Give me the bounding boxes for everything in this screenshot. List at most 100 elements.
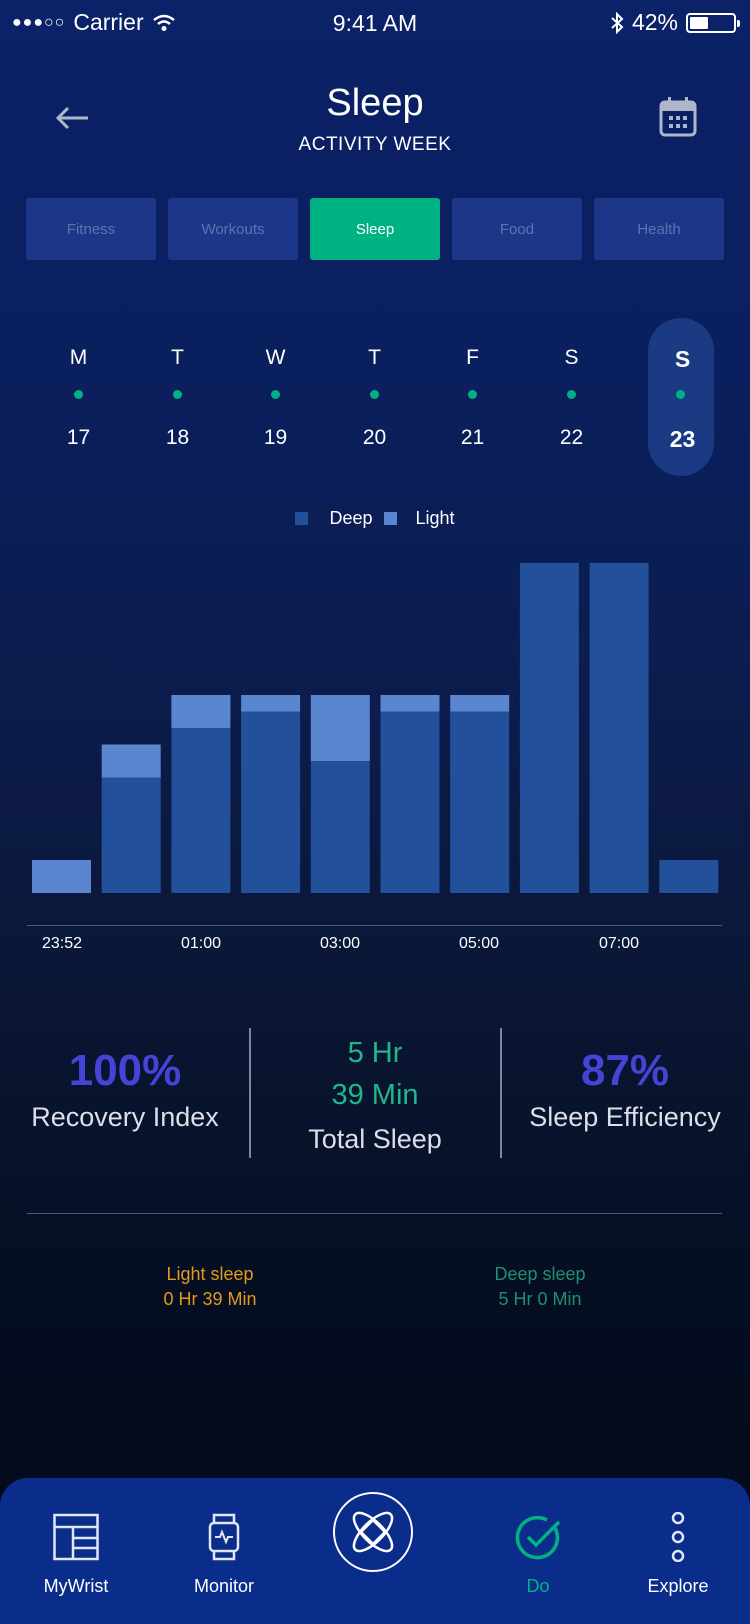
day-letter: T xyxy=(368,346,381,369)
recovery-index-value: 100% xyxy=(68,1046,182,1095)
x-tick-label: 23:52 xyxy=(41,935,83,952)
day-indicator-dot xyxy=(173,390,182,399)
nav-label-explore: Explore xyxy=(647,1576,709,1596)
legend-swatch-light xyxy=(384,512,398,525)
sleep-stats: 100% Recovery Index 5 Hr 39 Min Total Sl… xyxy=(0,1020,750,1160)
x-tick-label: 03:00 xyxy=(319,935,361,952)
day-item-fri[interactable]: F 21 xyxy=(423,318,522,476)
day-letter: S xyxy=(564,346,579,369)
chart-bar-light-4 xyxy=(241,695,301,712)
day-indicator-dot xyxy=(271,390,280,399)
day-indicator-dot xyxy=(468,390,477,399)
day-item-mon[interactable]: M 17 xyxy=(29,318,128,476)
tab-food[interactable]: Food xyxy=(452,198,582,260)
legend-item-deep: Deep xyxy=(295,508,372,529)
stats-divider xyxy=(249,1028,251,1158)
page-title: Sleep xyxy=(326,82,424,124)
day-item-sun[interactable]: S 23 xyxy=(638,318,737,476)
nav-item-do[interactable]: Do xyxy=(478,1478,598,1624)
battery-percent: 42% xyxy=(631,9,678,35)
total-sleep-hours: 5 Hr xyxy=(347,1037,403,1069)
nav-item-explore[interactable]: Explore xyxy=(618,1478,738,1624)
status-right: 42% xyxy=(610,9,740,36)
light-sleep-label: Light sleep xyxy=(166,1264,254,1284)
week-day-selector: M 17 T 18 W 19 T 20 F 21 S 22 S 23 xyxy=(29,318,719,476)
legend-label-light: Light xyxy=(415,508,455,528)
deep-sleep-value: 5 Hr 0 Min xyxy=(498,1289,582,1309)
x-tick-label: 07:00 xyxy=(598,935,640,952)
day-date: 17 xyxy=(66,426,91,449)
dashboard-icon xyxy=(53,1513,99,1561)
sleep-efficiency-label: Sleep Efficiency xyxy=(529,1102,721,1132)
day-item-tue[interactable]: T 18 xyxy=(128,318,227,476)
chart-x-axis xyxy=(27,925,722,926)
bluetooth-icon xyxy=(611,11,624,34)
more-vertical-icon xyxy=(671,1512,685,1562)
chart-bar-light-5 xyxy=(310,695,370,761)
legend-item-light: Light xyxy=(384,508,455,529)
battery-icon xyxy=(686,12,740,33)
day-item-wed[interactable]: W 19 xyxy=(226,318,325,476)
day-date: 20 xyxy=(362,426,387,449)
chart-bar-light-2 xyxy=(101,744,161,778)
stats-divider xyxy=(500,1028,502,1158)
section-divider xyxy=(27,1213,722,1214)
day-date: 22 xyxy=(559,426,584,449)
total-sleep-minutes: 39 Min xyxy=(331,1079,419,1111)
day-item-thu[interactable]: T 20 xyxy=(325,318,424,476)
total-sleep-stat: 5 Hr 39 Min Total Sleep xyxy=(255,1020,495,1160)
nav-item-monitor[interactable]: Monitor xyxy=(164,1478,284,1624)
chart-bar-deep-9 xyxy=(589,563,649,893)
tab-fitness[interactable]: Fitness xyxy=(26,198,156,260)
chart-bar-deep-3 xyxy=(171,728,231,893)
status-bar: ●●●○○ Carrier 9:41 AM 42% xyxy=(0,0,750,44)
sleep-stages-chart xyxy=(32,563,719,893)
deep-sleep-summary: Deep sleep 5 Hr 0 Min xyxy=(440,1262,640,1312)
sleep-efficiency-value: 87% xyxy=(580,1046,670,1095)
tab-sleep[interactable]: Sleep xyxy=(310,198,440,260)
chart-bar-deep-2 xyxy=(101,777,161,893)
battery-level xyxy=(690,16,708,29)
day-indicator-dot xyxy=(676,390,685,399)
chart-bar-light-7 xyxy=(450,695,510,712)
chart-bar-light-6 xyxy=(380,695,440,712)
day-date: 19 xyxy=(263,426,288,449)
chart-bar-deep-8 xyxy=(519,563,579,893)
nav-label-monitor: Monitor xyxy=(193,1576,255,1596)
center-action-button[interactable] xyxy=(333,1492,413,1572)
tab-health[interactable]: Health xyxy=(594,198,724,260)
category-tabs: Fitness Workouts Sleep Food Health xyxy=(26,198,724,260)
chart-legend: Deep Light xyxy=(0,508,750,529)
day-letter: W xyxy=(265,346,286,369)
chart-bar-deep-4 xyxy=(241,711,301,893)
calendar-button[interactable] xyxy=(658,96,698,138)
nav-label-mywrist: MyWrist xyxy=(43,1576,109,1596)
page-subtitle: ACTIVITY WEEK xyxy=(298,134,452,155)
chart-bar-deep-10 xyxy=(659,860,719,893)
sleep-efficiency-stat: 87% Sleep Efficiency xyxy=(520,1020,730,1160)
tab-workouts[interactable]: Workouts xyxy=(168,198,298,260)
chart-bar-light-1 xyxy=(32,860,91,893)
deep-sleep-label: Deep sleep xyxy=(494,1264,586,1284)
chart-bar-light-3 xyxy=(171,695,231,728)
recovery-index-stat: 100% Recovery Index xyxy=(22,1020,228,1160)
check-circle-icon xyxy=(515,1515,561,1560)
light-sleep-summary: Light sleep 0 Hr 39 Min xyxy=(110,1262,310,1312)
day-letter: S xyxy=(674,346,691,372)
chart-bar-deep-6 xyxy=(380,711,440,893)
watch-icon xyxy=(208,1513,240,1561)
day-item-sat[interactable]: S 22 xyxy=(522,318,621,476)
day-date: 18 xyxy=(165,426,190,449)
total-sleep-label: Total Sleep xyxy=(308,1124,442,1154)
legend-swatch-deep xyxy=(295,512,309,525)
brand-logo-icon xyxy=(352,1511,394,1553)
light-sleep-value: 0 Hr 39 Min xyxy=(163,1289,257,1309)
day-indicator-dot xyxy=(370,390,379,399)
nav-item-mywrist[interactable]: MyWrist xyxy=(16,1478,136,1624)
calendar-icon xyxy=(659,97,697,137)
legend-label-deep: Deep xyxy=(329,508,373,528)
day-letter: M xyxy=(69,346,88,369)
recovery-index-label: Recovery Index xyxy=(31,1102,219,1132)
day-date: 23 xyxy=(669,426,696,452)
day-letter: F xyxy=(466,346,479,369)
